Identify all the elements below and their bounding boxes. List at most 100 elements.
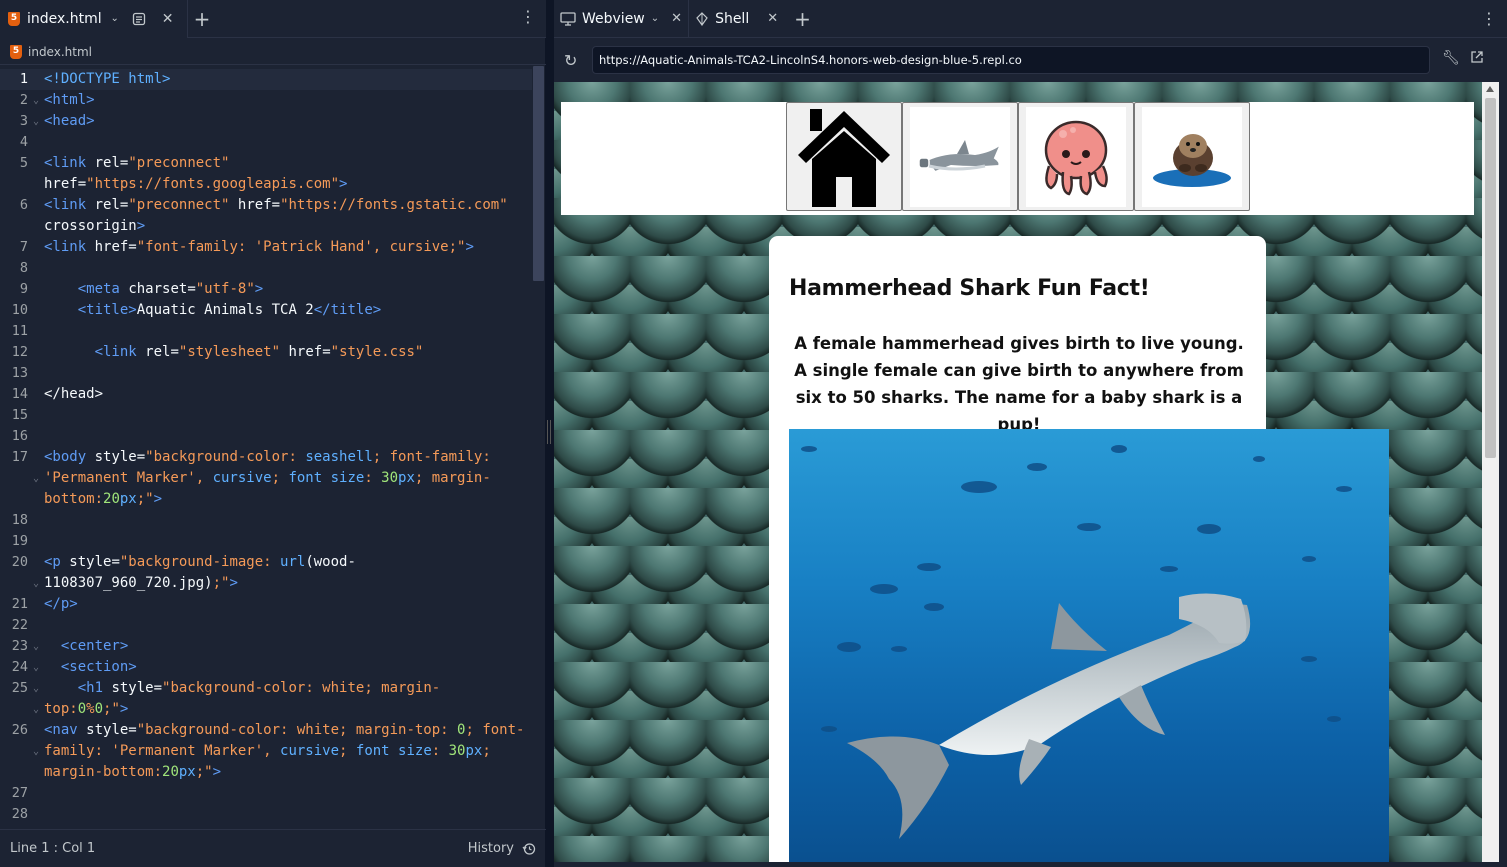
code-line[interactable]: ⌄ 1108307_960_720.jpg);"> xyxy=(0,573,532,594)
tab-shell[interactable]: Shell ✕ xyxy=(689,0,784,38)
code-line[interactable]: 22 xyxy=(0,615,532,636)
code-line[interactable]: 8 xyxy=(0,258,532,279)
fold-gutter xyxy=(28,594,44,615)
code-line[interactable]: 18 xyxy=(0,510,532,531)
code-line[interactable]: 15 xyxy=(0,405,532,426)
code-line[interactable]: crossorigin> xyxy=(0,216,532,237)
scrollbar-thumb[interactable] xyxy=(1485,98,1496,458)
line-number: 24 xyxy=(11,659,28,675)
code-line[interactable]: href="https://fonts.googleapis.com"> xyxy=(0,174,532,195)
tab-webview[interactable]: Webview ⌄ ✕ xyxy=(554,0,690,38)
more-options-icon[interactable]: ⋮ xyxy=(1481,9,1497,28)
code-text: href="https://fonts.googleapis.com"> xyxy=(44,176,348,192)
line-number: 23 xyxy=(11,638,28,654)
line-number: 18 xyxy=(11,512,28,528)
close-icon[interactable]: ✕ xyxy=(767,11,778,26)
fold-gutter xyxy=(28,720,44,741)
close-icon[interactable]: ✕ xyxy=(671,11,682,26)
line-number xyxy=(0,573,28,594)
fold-chevron-icon[interactable]: ⌄ xyxy=(28,636,44,657)
hammerhead-shark-photo xyxy=(789,429,1389,862)
editor-scrollbar[interactable] xyxy=(533,66,544,281)
code-line[interactable]: 21 </p> xyxy=(0,594,532,615)
open-new-window-icon[interactable] xyxy=(1470,50,1484,68)
code-text: </head> xyxy=(44,386,104,402)
new-tab-plus-icon[interactable]: + xyxy=(194,7,211,31)
fold-chevron-icon[interactable]: ⌄ xyxy=(28,657,44,678)
preview-icon[interactable] xyxy=(128,8,150,30)
code-line[interactable]: 7 <link href="font-family: 'Patrick Hand'… xyxy=(0,237,532,258)
refresh-icon[interactable]: ↻ xyxy=(564,51,577,70)
code-line[interactable]: bottom:20px;"> xyxy=(0,489,532,510)
code-text: <h1 style="background-color: white; marg… xyxy=(77,680,441,696)
code-line[interactable]: ⌄ family: 'Permanent Marker', cursive; fo… xyxy=(0,741,532,762)
code-line[interactable]: 28 xyxy=(0,804,532,825)
fold-gutter xyxy=(28,783,44,804)
code-line[interactable]: 24 ⌄ <section> xyxy=(0,657,532,678)
code-line[interactable]: 4 xyxy=(0,132,532,153)
code-line[interactable]: 19 xyxy=(0,531,532,552)
line-number: 7 xyxy=(19,239,28,255)
line-number: 14 xyxy=(11,386,28,402)
scroll-up-arrow-icon[interactable] xyxy=(1486,86,1494,92)
code-line[interactable]: 26 <nav style="background-color: white; m… xyxy=(0,720,532,741)
fold-chevron-icon[interactable]: ⌄ xyxy=(28,678,44,699)
fold-chevron-icon[interactable]: ⌄ xyxy=(28,741,44,762)
code-line[interactable]: 1 <!DOCTYPE html> xyxy=(0,69,532,90)
code-text: <title>Aquatic Animals TCA 2</title> xyxy=(77,302,382,318)
code-line[interactable]: 2 ⌄ <html> xyxy=(0,90,532,111)
pane-resize-handle[interactable] xyxy=(547,420,551,444)
rendered-page[interactable]: Hammerhead Shark Fun Fact! A female hamm… xyxy=(554,82,1482,862)
webview-scrollbar[interactable] xyxy=(1482,82,1499,862)
code-line[interactable]: 12 <link rel="stylesheet" href="style.cs… xyxy=(0,342,532,363)
code-line[interactable]: 17 <body style="background-color: seashel… xyxy=(0,447,532,468)
nav-otter-button[interactable] xyxy=(1134,102,1250,211)
fold-chevron-icon[interactable]: ⌄ xyxy=(28,111,44,132)
code-line[interactable]: 6 <link rel="preconnect" href="https://fo… xyxy=(0,195,532,216)
fold-chevron-icon[interactable]: ⌄ xyxy=(28,468,44,489)
code-line[interactable]: 20 <p style="background-image: url(wood- xyxy=(0,552,532,573)
line-number: 20 xyxy=(11,554,28,570)
code-line[interactable]: 14 </head> xyxy=(0,384,532,405)
nav-octopus-button[interactable] xyxy=(1018,102,1134,211)
code-line[interactable]: 13 xyxy=(0,363,532,384)
close-icon[interactable]: ✕ xyxy=(157,8,179,30)
code-line[interactable]: 5 <link rel="preconnect" xyxy=(0,153,532,174)
code-line[interactable]: 23 ⌄ <center> xyxy=(0,636,532,657)
line-number xyxy=(0,174,28,195)
code-line[interactable]: 3 ⌄ <head> xyxy=(0,111,532,132)
chevron-down-icon[interactable]: ⌄ xyxy=(109,8,121,30)
fold-gutter xyxy=(28,552,44,573)
code-line[interactable]: 10 <title>Aquatic Animals TCA 2</title> xyxy=(0,300,532,321)
fold-gutter xyxy=(28,300,44,321)
history-icon xyxy=(522,842,536,855)
editor-status-bar: Line 1 : Col 1 History xyxy=(0,829,546,867)
code-line[interactable]: 16 xyxy=(0,426,532,447)
code-line[interactable]: 9 <meta charset="utf-8"> xyxy=(0,279,532,300)
fold-chevron-icon[interactable]: ⌄ xyxy=(28,90,44,111)
fold-chevron-icon[interactable]: ⌄ xyxy=(28,699,44,720)
chevron-down-icon[interactable]: ⌄ xyxy=(651,13,659,24)
tab-index-html[interactable]: 5 index.html ⌄ ✕ xyxy=(0,0,188,38)
code-line[interactable]: 27 xyxy=(0,783,532,804)
line-number: 21 xyxy=(11,596,28,612)
breadcrumb-file[interactable]: index.html xyxy=(28,45,92,59)
more-options-icon[interactable]: ⋮ xyxy=(520,9,536,25)
nav-shark-button[interactable] xyxy=(902,102,1018,211)
code-line[interactable]: ⌄ top:0%0;"> xyxy=(0,699,532,720)
cursor-position[interactable]: Line 1 : Col 1 xyxy=(10,841,95,856)
code-line[interactable]: ⌄ 'Permanent Marker', cursive; font size:… xyxy=(0,468,532,489)
devtools-wrench-icon[interactable]: 🔧︎ xyxy=(1442,50,1460,66)
nav-home-button[interactable] xyxy=(786,102,902,211)
code-line[interactable]: 25 ⌄ <h1 style="background-color: white; … xyxy=(0,678,532,699)
html-file-icon: 5 xyxy=(10,44,22,59)
new-tab-plus-icon[interactable]: + xyxy=(794,7,811,31)
url-input[interactable]: https://Aquatic-Animals-TCA2-LincolnS4.h… xyxy=(592,46,1430,74)
history-button[interactable]: History xyxy=(468,841,536,856)
line-number: 16 xyxy=(11,428,28,444)
code-line[interactable]: margin-bottom:20px;"> xyxy=(0,762,532,783)
fold-chevron-icon[interactable]: ⌄ xyxy=(28,573,44,594)
code-area[interactable]: 1 <!DOCTYPE html> 2 ⌄ <html> 3 ⌄ <head> 4 5 <link … xyxy=(0,69,532,829)
code-line[interactable]: 11 xyxy=(0,321,532,342)
